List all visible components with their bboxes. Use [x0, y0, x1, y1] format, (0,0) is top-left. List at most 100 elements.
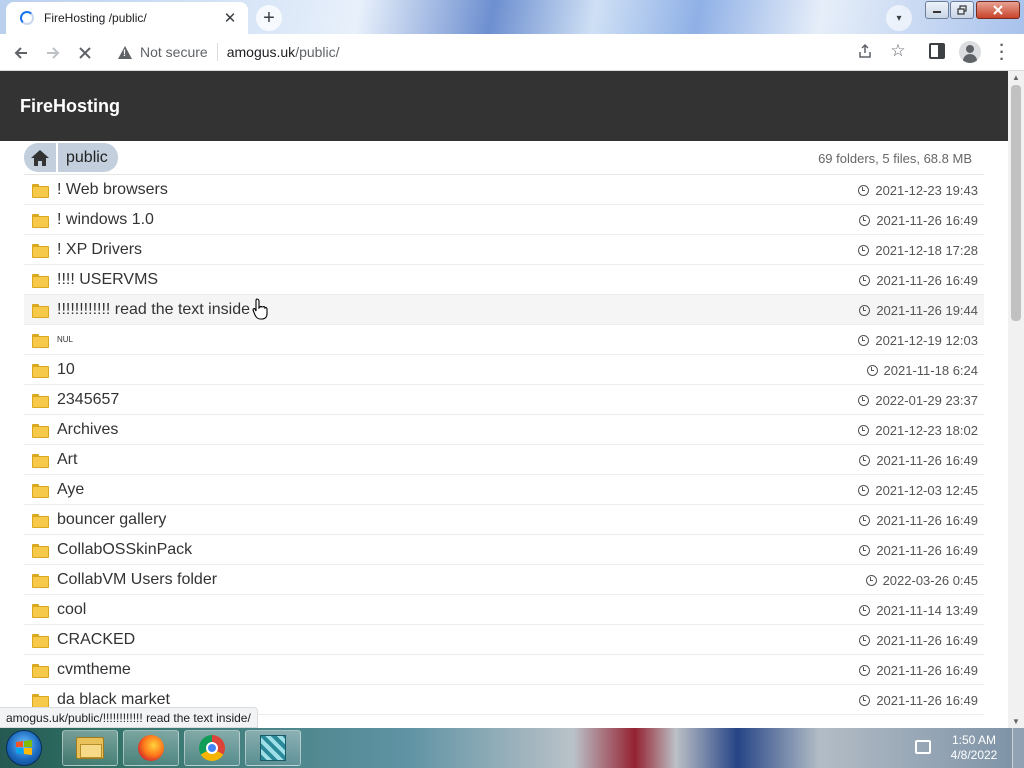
modified-date: 2021-11-26 16:49 — [859, 693, 978, 708]
start-button[interactable] — [6, 730, 42, 766]
modified-date: 2021-11-26 16:49 — [859, 513, 978, 528]
clock-icon — [859, 545, 871, 556]
folder-row[interactable]: ! XP Drivers 2021-12-18 17:28 — [24, 235, 984, 265]
folder-name-link[interactable]: cvmtheme — [57, 661, 131, 679]
folder-name-link[interactable]: bouncer gallery — [57, 511, 166, 529]
taskbar-explorer[interactable] — [62, 730, 118, 766]
scroll-up-arrow-icon[interactable]: ▲ — [1008, 73, 1024, 82]
clock-icon — [859, 305, 871, 316]
folder-name-link[interactable]: CollabVM Users folder — [57, 571, 217, 589]
page-scrollbar[interactable]: ▲ ▼ — [1008, 71, 1024, 728]
modified-date: 2021-11-26 16:49 — [859, 453, 978, 468]
modified-date: 2022-01-29 23:37 — [858, 393, 978, 408]
folder-name-link[interactable]: 2345657 — [57, 391, 119, 409]
scrollbar-thumb[interactable] — [1011, 85, 1021, 321]
new-tab-button[interactable]: + — [256, 5, 282, 31]
folder-row[interactable]: Archives 2021-12-23 18:02 — [24, 415, 984, 445]
scroll-down-arrow-icon[interactable]: ▼ — [1008, 717, 1024, 726]
folder-name-link[interactable]: !!!! USERVMS — [57, 271, 158, 289]
file-explorer-icon — [76, 737, 104, 759]
folder-name-link[interactable]: ! Web browsers — [57, 181, 168, 199]
folder-name-link[interactable]: cool — [57, 601, 86, 619]
folder-row[interactable]: ! windows 1.0 2021-11-26 16:49 — [24, 205, 984, 235]
folder-row[interactable]: !!!!!!!!!!!! read the text inside 2021-11… — [24, 295, 984, 325]
url-path[interactable]: /public/ — [295, 44, 339, 60]
restore-icon — [957, 5, 967, 15]
minimize-button[interactable] — [925, 1, 949, 19]
folder-row[interactable]: Art 2021-11-26 16:49 — [24, 445, 984, 475]
folder-row[interactable]: CollabOSSkinPack 2021-11-26 16:49 — [24, 535, 984, 565]
profile-avatar-icon[interactable] — [959, 41, 981, 63]
tab-search-button[interactable]: ▾ — [886, 5, 912, 31]
folder-row[interactable]: !!!! USERVMS 2021-11-26 16:49 — [24, 265, 984, 295]
folder-name-link[interactable]: NUL — [57, 335, 73, 344]
folder-icon — [32, 363, 49, 378]
folder-name-link[interactable]: ! XP Drivers — [57, 241, 142, 259]
folder-row[interactable]: CRACKED 2021-11-26 16:49 — [24, 625, 984, 655]
clock-icon — [859, 515, 871, 526]
folder-row[interactable]: 2345657 2022-01-29 23:37 — [24, 385, 984, 415]
folder-icon — [32, 393, 49, 408]
folder-name-link[interactable]: Aye — [57, 481, 84, 499]
show-desktop-button[interactable] — [1012, 728, 1024, 768]
folder-row[interactable]: NUL 2021-12-19 12:03 — [24, 325, 984, 355]
home-button[interactable] — [24, 143, 56, 172]
forward-button[interactable] — [40, 40, 66, 66]
modified-date: 2021-12-03 12:45 — [858, 483, 978, 498]
modified-date: 2021-11-14 13:49 — [859, 603, 978, 618]
modified-date-text: 2021-11-26 16:49 — [876, 693, 978, 708]
taskbar-vm-app[interactable] — [245, 730, 301, 766]
restore-button[interactable] — [950, 1, 974, 19]
modified-date-text: 2021-11-18 6:24 — [883, 363, 978, 378]
folder-name-link[interactable]: Art — [57, 451, 77, 469]
modified-date-text: 2021-11-26 16:49 — [876, 213, 978, 228]
folder-name-link[interactable]: !!!!!!!!!!!! read the text inside — [57, 301, 250, 319]
clock-icon — [859, 665, 871, 676]
clock-icon — [859, 215, 871, 226]
site-title[interactable]: FireHosting — [20, 96, 120, 117]
folder-name-link[interactable]: Archives — [57, 421, 118, 439]
browser-titlebar: FireHosting /public/ ✕ + ▾ — [0, 0, 1024, 34]
modified-date: 2021-11-26 16:49 — [859, 543, 978, 558]
modified-date-text: 2021-11-26 16:49 — [876, 453, 978, 468]
folder-icon — [32, 303, 49, 318]
back-button[interactable] — [8, 40, 34, 66]
modified-date-text: 2021-11-14 13:49 — [876, 603, 978, 618]
folder-row[interactable]: 10 2021-11-18 6:24 — [24, 355, 984, 385]
folder-name-link[interactable]: 10 — [57, 361, 75, 379]
arrow-right-icon — [47, 47, 60, 59]
modified-date-text: 2021-11-26 16:49 — [876, 543, 978, 558]
folder-row[interactable]: cvmtheme 2021-11-26 16:49 — [24, 655, 984, 685]
network-tray-icon[interactable] — [915, 740, 931, 754]
browser-tab[interactable]: FireHosting /public/ ✕ — [6, 2, 248, 34]
address-bar[interactable]: Not secure amogus.uk /public/ — [106, 38, 922, 66]
menu-kebab-icon[interactable]: · · · — [996, 38, 1008, 68]
breadcrumb-public[interactable]: public — [58, 143, 118, 172]
folder-name-link[interactable]: CollabOSSkinPack — [57, 541, 192, 559]
clock-icon — [858, 245, 870, 256]
taskbar-firefox[interactable] — [123, 730, 179, 766]
folder-icon — [32, 243, 49, 258]
folder-row[interactable]: ! Web browsers 2021-12-23 19:43 — [24, 175, 984, 205]
folder-row[interactable]: Aye 2021-12-03 12:45 — [24, 475, 984, 505]
url-host[interactable]: amogus.uk — [227, 44, 295, 60]
folder-name-link[interactable]: da black market — [57, 691, 170, 709]
folder-row[interactable]: cool 2021-11-14 13:49 — [24, 595, 984, 625]
folder-name-link[interactable]: ! windows 1.0 — [57, 211, 154, 229]
folder-row[interactable]: bouncer gallery 2021-11-26 16:49 — [24, 505, 984, 535]
bookmark-star-icon[interactable]: ☆ — [889, 42, 907, 60]
share-icon[interactable] — [856, 43, 874, 61]
side-panel-icon[interactable] — [929, 43, 945, 59]
close-tab-icon[interactable]: ✕ — [222, 9, 238, 27]
taskbar-chrome[interactable] — [184, 730, 240, 766]
warning-icon[interactable] — [118, 45, 132, 59]
modified-date-text: 2021-11-26 16:49 — [876, 273, 978, 288]
site-header: FireHosting — [0, 71, 1008, 141]
clock-icon — [866, 365, 878, 376]
folder-name-link[interactable]: CRACKED — [57, 631, 135, 649]
close-window-button[interactable] — [976, 1, 1020, 19]
stop-loading-button[interactable] — [72, 40, 98, 66]
folder-row[interactable]: CollabVM Users folder 2022-03-26 0:45 — [24, 565, 984, 595]
not-secure-label[interactable]: Not secure — [140, 44, 208, 60]
taskbar-clock[interactable]: 1:50 AM 4/8/2022 — [944, 733, 1004, 763]
